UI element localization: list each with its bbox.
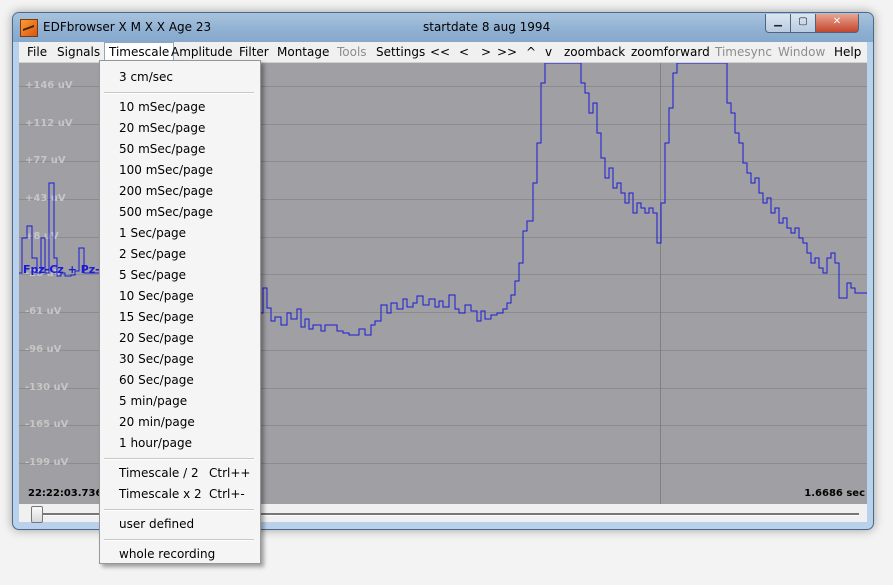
menu-separator <box>104 509 254 511</box>
menu-item-label: Timescale / 2 <box>119 466 199 480</box>
menu-item-label: 500 mSec/page <box>119 205 214 219</box>
timescale-menu-item[interactable]: 100 mSec/page <box>100 161 260 182</box>
menu-item-label: 1 Sec/page <box>119 226 187 240</box>
menu-item-label: whole recording <box>119 547 216 561</box>
menu-item-label: 2 Sec/page <box>119 247 187 261</box>
scroll-handle[interactable] <box>31 506 43 523</box>
menu-item-label: 10 Sec/page <box>119 289 194 303</box>
nav-fast-forward[interactable]: >> <box>497 45 517 59</box>
timescale-menu-item[interactable]: 200 mSec/page <box>100 182 260 203</box>
menu-item-label: 20 Sec/page <box>119 331 194 345</box>
menu-item-label: 3 cm/sec <box>119 70 174 84</box>
timescale-menu-item[interactable]: 10 Sec/page <box>100 287 260 308</box>
menu-amplitude[interactable]: Amplitude <box>171 45 233 59</box>
timescale-menu-item[interactable]: 20 Sec/page <box>100 329 260 350</box>
menu-zoomforward[interactable]: zoomforward <box>631 45 710 59</box>
timescale-menu-item[interactable]: 10 mSec/page <box>100 98 260 119</box>
timescale-menu-item[interactable]: 50 mSec/page <box>100 140 260 161</box>
timescale-menu-item[interactable]: 1 Sec/page <box>100 224 260 245</box>
timescale-menu-item[interactable]: whole recording <box>100 545 260 566</box>
menu-item-label: 60 Sec/page <box>119 373 194 387</box>
timescale-menu-item[interactable]: 15 Sec/page <box>100 308 260 329</box>
window-title: EDFbrowser X M X X Age 23 <box>43 20 212 34</box>
timescale-menu-item[interactable]: 2 Sec/page <box>100 245 260 266</box>
menu-item-label: 15 Sec/page <box>119 310 194 324</box>
menu-item-label: 5 min/page <box>119 394 188 408</box>
page-duration: 1.6686 sec <box>804 488 865 499</box>
timescale-menu-item[interactable]: 20 mSec/page <box>100 119 260 140</box>
menu-help[interactable]: Help <box>834 45 861 59</box>
menu-montage[interactable]: Montage <box>277 45 329 59</box>
minimize-icon: ▁ <box>774 16 782 27</box>
menu-timesync[interactable]: Timesync <box>715 45 772 59</box>
maximize-icon: ▢ <box>798 16 808 27</box>
menu-separator <box>104 539 254 541</box>
maximize-button[interactable]: ▢ <box>790 14 816 33</box>
close-icon: ✕ <box>832 16 842 27</box>
menu-item-label: 30 Sec/page <box>119 352 194 366</box>
menu-item-label: 200 mSec/page <box>119 184 214 198</box>
nav-back[interactable]: < <box>459 45 469 59</box>
menu-file[interactable]: File <box>27 45 47 59</box>
timescale-menu-item[interactable]: Timescale / 2 Ctrl++ <box>100 464 260 485</box>
menu-item-label: 20 mSec/page <box>119 121 206 135</box>
window-subtitle: startdate 8 aug 1994 <box>423 20 551 34</box>
nav-down[interactable]: v <box>545 45 552 59</box>
menu-item-label: 1 hour/page <box>119 436 192 450</box>
menu-item-shortcut: Ctrl++ <box>209 466 251 480</box>
timescale-dropdown: 3 cm/sec 10 mSec/page 20 mSec/page 50 mSec/… <box>99 60 261 564</box>
start-time: 22:22:03.736 <box>28 488 103 499</box>
menu-signals[interactable]: Signals <box>57 45 100 59</box>
timescale-menu-item[interactable]: user defined <box>100 515 260 536</box>
timescale-menu-item[interactable]: 5 min/page <box>100 392 260 413</box>
menu-item-label: 5 Sec/page <box>119 268 187 282</box>
menu-settings[interactable]: Settings <box>376 45 425 59</box>
app-logo-icon[interactable] <box>20 19 38 37</box>
nav-forward[interactable]: > <box>481 45 491 59</box>
timescale-menu-item[interactable]: 20 min/page <box>100 413 260 434</box>
minimize-button[interactable]: ▁ <box>765 14 791 33</box>
timescale-menu-item[interactable]: 500 mSec/page <box>100 203 260 224</box>
menu-item-label: 100 mSec/page <box>119 163 214 177</box>
menu-item-label: 20 min/page <box>119 415 195 429</box>
timescale-menu-item[interactable]: 1 hour/page <box>100 434 260 455</box>
timescale-menu-item[interactable]: 3 cm/sec <box>100 68 260 89</box>
menu-item-label: user defined <box>119 517 195 531</box>
menu-item-label: 50 mSec/page <box>119 142 206 156</box>
timescale-menu-item[interactable]: 30 Sec/page <box>100 350 260 371</box>
menu-separator <box>104 92 254 94</box>
nav-fast-back[interactable]: << <box>430 45 450 59</box>
menu-item-shortcut: Ctrl+- <box>209 487 245 501</box>
menu-zoomback[interactable]: zoomback <box>564 45 625 59</box>
menu-filter[interactable]: Filter <box>239 45 269 59</box>
timescale-menu-item[interactable]: 5 Sec/page <box>100 266 260 287</box>
menu-window[interactable]: Window <box>778 45 825 59</box>
menu-separator <box>104 458 254 460</box>
close-button[interactable]: ✕ <box>815 14 859 33</box>
timescale-menu-item[interactable]: Timescale x 2 Ctrl+- <box>100 485 260 506</box>
title-bar[interactable]: EDFbrowser X M X X Age 23 startdate 8 au… <box>13 13 873 42</box>
menu-item-label: Timescale x 2 <box>119 487 202 501</box>
nav-up[interactable]: ^ <box>526 45 536 59</box>
menu-tools[interactable]: Tools <box>337 45 367 59</box>
menu-item-label: 10 mSec/page <box>119 100 206 114</box>
timescale-menu-item[interactable]: 60 Sec/page <box>100 371 260 392</box>
